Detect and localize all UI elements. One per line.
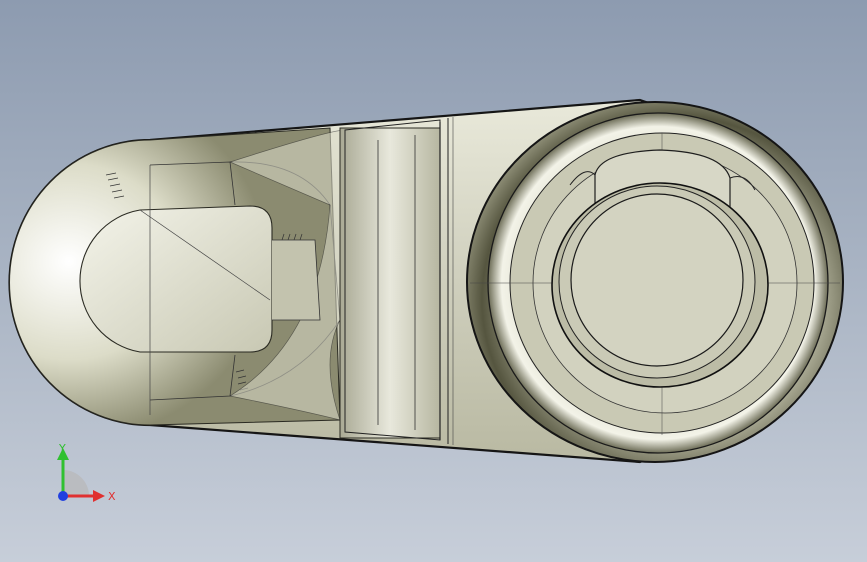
x-axis-label: X [108,490,116,503]
part-model[interactable] [0,0,867,562]
cad-3d-viewport[interactable]: Y X [0,0,867,562]
coordinate-triad: Y X [57,442,116,503]
right-bowl [466,101,844,463]
y-axis-label: Y [58,442,66,455]
center-rib [339,117,454,445]
z-axis-icon [58,491,68,501]
left-pocket [79,205,273,353]
triad-quadrant-icon [63,470,89,496]
